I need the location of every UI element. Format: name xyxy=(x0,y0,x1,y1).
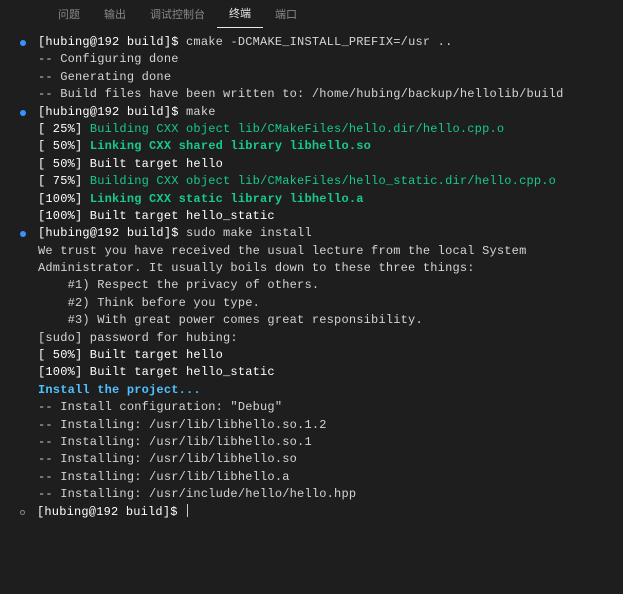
output-text: #1) Respect the privacy of others. xyxy=(38,277,319,294)
output-text: Administrator. It usually boils down to … xyxy=(38,260,475,277)
output-text: [100%] xyxy=(38,191,90,208)
panel-tabbar: 问题 输出 调试控制台 终端 端口 xyxy=(0,0,623,28)
tab-terminal[interactable]: 终端 xyxy=(217,0,263,28)
output-text: -- Installing: /usr/lib/libhello.a xyxy=(38,469,290,486)
output-text: [ 50%] Built target hello xyxy=(38,347,223,364)
terminal-cursor xyxy=(187,504,188,517)
output-text: [ 50%] Built target hello xyxy=(38,156,223,173)
shell-prompt: [hubing@192 build]$ xyxy=(38,34,186,51)
output-text: [100%] Built target hello_static xyxy=(38,208,275,225)
output-text: Linking CXX shared library libhello.so xyxy=(90,138,371,155)
shell-prompt: [hubing@192 build]$ xyxy=(38,104,186,121)
cmd-text: cmake -DCMAKE_INSTALL_PREFIX=/usr .. xyxy=(186,34,452,51)
output-text: [ 25%] xyxy=(38,121,90,138)
output-text: #3) With great power comes great respons… xyxy=(38,312,423,329)
tab-debug-console[interactable]: 调试控制台 xyxy=(138,0,217,28)
output-text: -- Generating done xyxy=(38,69,171,86)
output-text: [sudo] password for hubing: xyxy=(38,330,238,347)
terminal-output[interactable]: [hubing@192 build]$ cmake -DCMAKE_INSTAL… xyxy=(0,28,623,521)
output-text: -- Installing: /usr/include/hello/hello.… xyxy=(38,486,356,503)
output-text: [ 50%] xyxy=(38,138,90,155)
output-text: -- Build files have been written to: /ho… xyxy=(38,86,563,103)
output-text: -- Install configuration: "Debug" xyxy=(38,399,282,416)
tab-problems[interactable]: 问题 xyxy=(46,0,92,28)
cmd-text: sudo make install xyxy=(186,225,312,242)
output-text: Building CXX object lib/CMakeFiles/hello… xyxy=(90,173,556,190)
output-text: [100%] Built target hello_static xyxy=(38,364,275,381)
tab-ports[interactable]: 端口 xyxy=(263,0,309,28)
output-text: -- Installing: /usr/lib/libhello.so.1 xyxy=(38,434,312,451)
output-text: Install the project... xyxy=(38,382,201,399)
cmd-text: make xyxy=(186,104,216,121)
shell-prompt: [hubing@192 build]$ xyxy=(37,504,185,521)
output-text: -- Installing: /usr/lib/libhello.so xyxy=(38,451,297,468)
output-text: #2) Think before you type. xyxy=(38,295,260,312)
tab-output[interactable]: 输出 xyxy=(92,0,138,28)
cmd-marker-icon xyxy=(20,110,26,116)
output-text: Building CXX object lib/CMakeFiles/hello… xyxy=(90,121,504,138)
cmd-marker-icon xyxy=(20,510,25,515)
output-text: We trust you have received the usual lec… xyxy=(38,243,526,260)
cmd-marker-icon xyxy=(20,40,26,46)
shell-prompt: [hubing@192 build]$ xyxy=(38,225,186,242)
cmd-marker-icon xyxy=(20,231,26,237)
output-text: Linking CXX static library libhello.a xyxy=(90,191,364,208)
output-text: -- Configuring done xyxy=(38,51,179,68)
output-text: -- Installing: /usr/lib/libhello.so.1.2 xyxy=(38,417,327,434)
output-text: [ 75%] xyxy=(38,173,90,190)
